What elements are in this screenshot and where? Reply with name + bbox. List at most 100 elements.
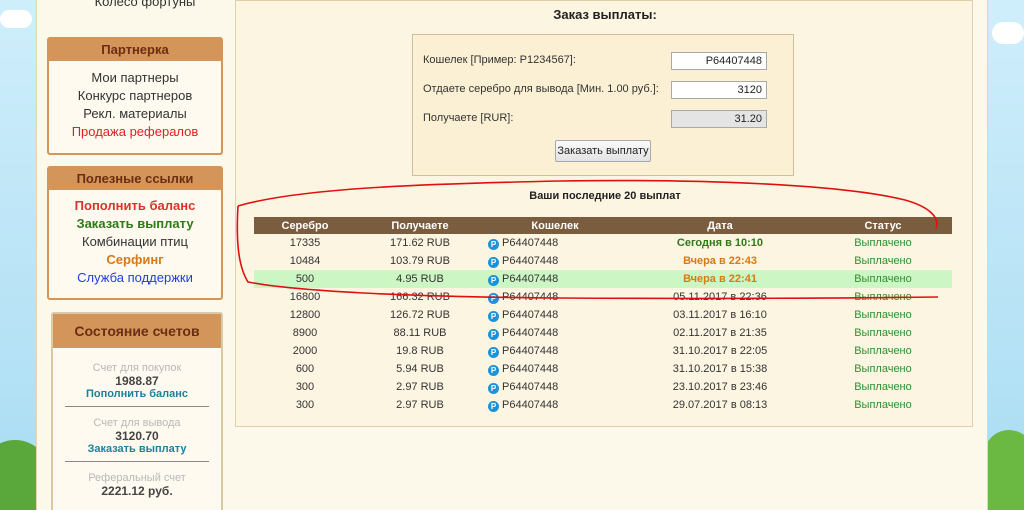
payeer-icon: P bbox=[488, 310, 499, 322]
useful-links-title: Полезные ссылки bbox=[49, 168, 221, 190]
wallet-number: P64407448 bbox=[502, 326, 559, 339]
status-cell: Выплачено bbox=[854, 255, 912, 267]
silver-cell: 300 bbox=[295, 381, 315, 393]
sidebar-item-top-up[interactable]: Пополнить баланс bbox=[49, 197, 221, 215]
sidebar-item-my-partners[interactable]: Мои партнеры bbox=[49, 69, 221, 87]
table-row: 300 2.97 RUB P P64407448 29.07.2017 в 08:13 В… bbox=[254, 396, 952, 414]
payeer-icon: P bbox=[488, 364, 499, 376]
wallet-cell: P P64407448 bbox=[484, 324, 626, 342]
column-header-wallet: Кошелек bbox=[484, 217, 626, 234]
wallet-number: P64407448 bbox=[502, 344, 559, 357]
table-row: 500 4.95 RUB P P64407448 Вчера в 22:41 Выплач… bbox=[254, 270, 952, 288]
payeer-icon: P bbox=[488, 238, 499, 250]
date-cell: Сегодня в 10:10 bbox=[676, 237, 764, 249]
account-status-title: Состояние счетов bbox=[53, 314, 221, 348]
date-cell: 31.10.2017 в 22:05 bbox=[672, 345, 768, 357]
wallet-input[interactable] bbox=[671, 52, 767, 70]
withdraw-account: Счет для вывода 3120.70 Заказать выплату bbox=[53, 417, 221, 455]
sidebar-item-bird-combos[interactable]: Комбинации птиц bbox=[49, 233, 221, 251]
status-cell: Выплачено bbox=[854, 345, 912, 357]
wallet-label: Кошелек [Пример: P1234567]: bbox=[423, 54, 576, 66]
receive-cell: 171.62 RUB bbox=[390, 237, 450, 249]
order-payout-link[interactable]: Заказать выплату bbox=[59, 443, 215, 455]
date-cell: 29.07.2017 в 08:13 bbox=[672, 399, 768, 411]
silver-cell: 12800 bbox=[289, 309, 321, 321]
date-cell: 05.11.2017 в 22:36 bbox=[673, 291, 767, 303]
payeer-icon: P bbox=[488, 382, 499, 394]
silver-cell: 500 bbox=[254, 270, 356, 288]
sidebar-item-sell-referrals[interactable]: Продажа рефералов bbox=[49, 123, 221, 141]
receive-cell: 5.94 RUB bbox=[396, 363, 444, 375]
status-cell: Выплачено bbox=[854, 327, 912, 339]
receive-label: Получаете [RUR]: bbox=[423, 112, 514, 124]
payeer-icon: P bbox=[488, 256, 499, 268]
wallet-number: P64407448 bbox=[502, 380, 559, 393]
status-cell: Выплачено bbox=[854, 363, 912, 375]
receive-row: Получаете [RUR]: bbox=[423, 110, 787, 128]
top-up-link[interactable]: Пополнить баланс bbox=[59, 388, 215, 400]
sidebar-item-partner-contest[interactable]: Конкурс партнеров bbox=[49, 87, 221, 105]
order-payout-button[interactable]: Заказать выплату bbox=[555, 140, 651, 162]
payout-form: Кошелек [Пример: P1234567]: Отдаете сере… bbox=[412, 34, 794, 176]
receive-cell: 88.11 RUB bbox=[393, 327, 447, 339]
sidebar-item-ad-materials[interactable]: Рекл. материалы bbox=[49, 105, 221, 123]
table-row: 2000 19.8 RUB P P64407448 31.10.2017 в 22:05… bbox=[254, 342, 952, 360]
status-cell: Выплачено bbox=[854, 381, 912, 393]
wallet-cell: P P64407448 bbox=[484, 306, 626, 324]
wallet-number: P64407448 bbox=[502, 308, 559, 321]
wallet-row: Кошелек [Пример: P1234567]: bbox=[423, 52, 787, 70]
silver-cell: 17335 bbox=[289, 237, 321, 249]
wallet-number: P64407448 bbox=[502, 236, 559, 249]
sidebar-item-surfing[interactable]: Серфинг bbox=[49, 251, 221, 269]
partner-menu-title: Партнерка bbox=[49, 39, 221, 61]
page-title: Заказ выплаты: bbox=[553, 7, 657, 22]
cloud-decoration bbox=[992, 22, 1024, 44]
date-cell: 23.10.2017 в 23:46 bbox=[672, 381, 768, 393]
payout-main-panel: Заказ выплаты: Кошелек [Пример: P1234567… bbox=[235, 0, 973, 427]
silver-cell: 8900 bbox=[292, 327, 318, 339]
payout-history-table: Серебро Получаете Кошелек Дата Статус 17… bbox=[254, 217, 952, 414]
receive-cell: 166.32 RUB bbox=[390, 291, 450, 303]
sidebar-item-fortune-wheel[interactable]: Колесо фортуны bbox=[57, 0, 233, 9]
status-cell: Выплачено bbox=[854, 291, 912, 303]
withdraw-account-value: 3120.70 bbox=[115, 429, 159, 443]
wallet-cell: P P64407448 bbox=[484, 270, 626, 288]
wallet-cell: P P64407448 bbox=[484, 252, 626, 270]
wallet-number: P64407448 bbox=[502, 362, 559, 375]
referral-account-label: Реферальный счет bbox=[88, 472, 186, 484]
payeer-icon: P bbox=[488, 328, 499, 340]
silver-cell: 10484 bbox=[289, 255, 321, 267]
table-row: 300 2.97 RUB P P64407448 23.10.2017 в 23:46 В… bbox=[254, 378, 952, 396]
column-header-silver: Серебро bbox=[254, 217, 356, 234]
referral-account: Реферальный счет 2221.12 руб. bbox=[53, 472, 221, 498]
cloud-decoration bbox=[0, 10, 32, 28]
silver-cell: 2000 bbox=[292, 345, 318, 357]
partner-menu: Партнерка Мои партнеры Конкурс партнеров… bbox=[47, 37, 223, 155]
wallet-cell: P P64407448 bbox=[484, 396, 626, 414]
wallet-cell: P P64407448 bbox=[484, 360, 626, 378]
silver-cell: 600 bbox=[295, 363, 315, 375]
wallet-number: P64407448 bbox=[502, 254, 559, 267]
sidebar-item-order-payout[interactable]: Заказать выплату bbox=[49, 215, 221, 233]
payout-history-body: 17335 171.62 RUB P P64407448 Сегодня в 10:10… bbox=[254, 234, 952, 414]
wallet-cell: P P64407448 bbox=[484, 342, 626, 360]
table-row: 17335 171.62 RUB P P64407448 Сегодня в 10:10… bbox=[254, 234, 952, 252]
divider bbox=[65, 461, 209, 462]
receive-cell: 4.95 RUB bbox=[356, 270, 484, 288]
receive-cell: 2.97 RUB bbox=[396, 399, 444, 411]
receive-cell: 2.97 RUB bbox=[396, 381, 444, 393]
purchase-account-label: Счет для покупок bbox=[92, 362, 182, 374]
silver-row: Отдаете серебро для вывода [Мин. 1.00 ру… bbox=[423, 81, 787, 99]
wallet-number: P64407448 bbox=[502, 272, 559, 285]
purchase-account-value: 1988.87 bbox=[115, 374, 159, 388]
payout-history-title: Ваши последние 20 выплат bbox=[529, 190, 681, 202]
status-cell: Выплачено bbox=[854, 237, 912, 249]
sidebar-item-support[interactable]: Служба поддержки bbox=[49, 269, 221, 287]
table-row: 600 5.94 RUB P P64407448 31.10.2017 в 15:38 В… bbox=[254, 360, 952, 378]
silver-amount-input[interactable] bbox=[671, 81, 767, 99]
wallet-cell: P P64407448 bbox=[484, 234, 626, 252]
receive-cell: 19.8 RUB bbox=[396, 345, 444, 357]
useful-links-list: Пополнить баланс Заказать выплату Комбин… bbox=[49, 190, 221, 287]
referral-account-value: 2221.12 руб. bbox=[101, 484, 173, 498]
date-cell: 31.10.2017 в 15:38 bbox=[672, 363, 768, 375]
